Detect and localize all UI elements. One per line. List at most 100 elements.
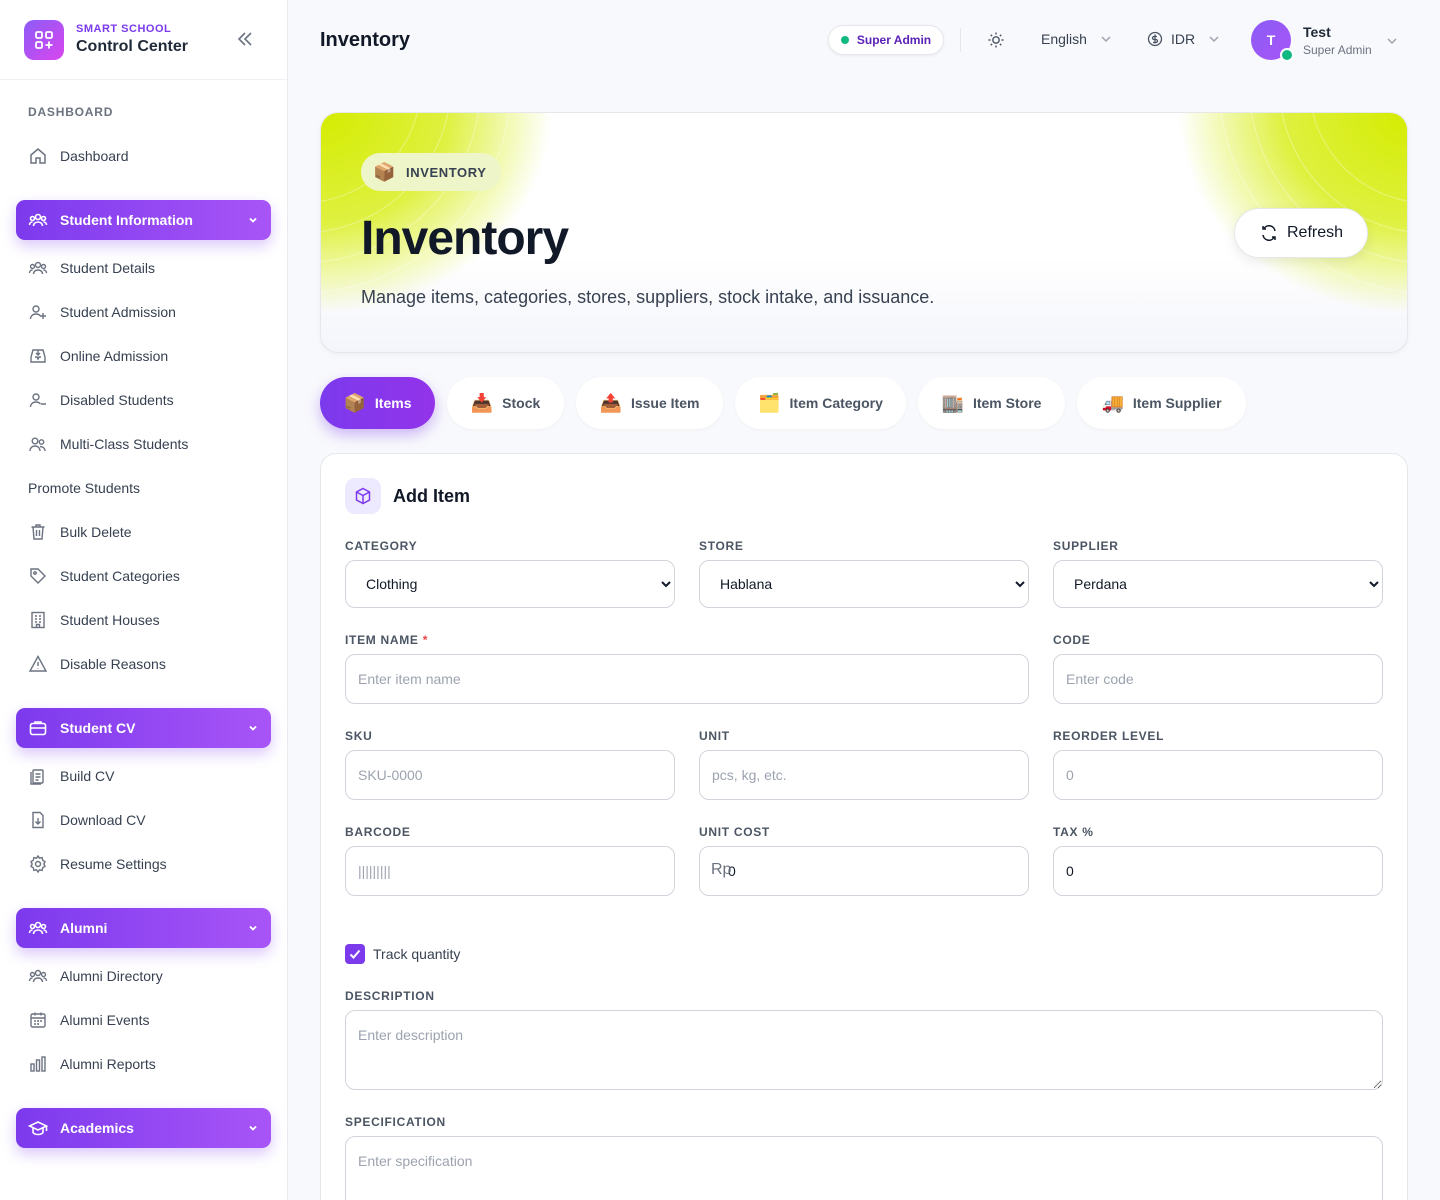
category-label: CATEGORY: [345, 539, 418, 553]
refresh-icon: [1262, 225, 1276, 241]
currency-selector[interactable]: IDR: [1147, 31, 1221, 47]
sidebar-item-label: Download CV: [60, 812, 146, 828]
user-name[interactable]: Test: [1303, 24, 1331, 40]
document-download-icon: [28, 810, 48, 830]
refresh-button[interactable]: Refresh: [1234, 208, 1368, 258]
delivery-truck-icon: 🚚: [1101, 392, 1124, 413]
sidebar-item-promote-students[interactable]: Promote Students: [28, 476, 140, 500]
sidebar-item-alumni-reports[interactable]: Alumni Reports: [28, 1052, 156, 1076]
hero-tag: 📦 INVENTORY: [361, 153, 501, 191]
store-select[interactable]: Hablana: [699, 560, 1029, 608]
sidebar-item-dashboard[interactable]: Dashboard: [28, 144, 129, 168]
sidebar-item-student-admission[interactable]: Student Admission: [28, 300, 176, 324]
collapse-sidebar-icon[interactable]: [236, 30, 258, 50]
track-quantity-checkbox[interactable]: [345, 944, 365, 964]
barcode-input[interactable]: [345, 846, 675, 896]
sidebar-item-label: Online Admission: [60, 348, 169, 364]
sidebar-item-multi-class-students[interactable]: Multi-Class Students: [28, 432, 188, 456]
sidebar-group-label: Student CV: [60, 720, 136, 736]
tab-item-store[interactable]: 🏬 Item Store: [918, 377, 1065, 429]
divider: [960, 28, 961, 52]
user-role: Super Admin: [1303, 43, 1372, 57]
sidebar-item-label: Alumni Reports: [60, 1056, 156, 1072]
item-name-input[interactable]: [345, 654, 1029, 704]
chevron-down-icon[interactable]: [1385, 34, 1399, 53]
section-label-dashboard: DASHBOARD: [28, 105, 114, 119]
required-marker: *: [422, 633, 429, 647]
sidebar-item-label: Resume Settings: [60, 856, 167, 872]
tab-item-supplier[interactable]: 🚚 Item Supplier: [1077, 377, 1246, 429]
sidebar-group-student-cv[interactable]: Student CV: [16, 708, 271, 748]
tax-input[interactable]: [1053, 846, 1383, 896]
tab-item-category[interactable]: 🗂️ Item Category: [735, 377, 906, 429]
avatar[interactable]: T: [1251, 20, 1294, 62]
page-title: Inventory: [320, 29, 411, 51]
specification-textarea[interactable]: [345, 1136, 1383, 1200]
sidebar-item-build-cv[interactable]: Build CV: [28, 764, 114, 788]
card-title: Add Item: [393, 486, 471, 506]
chevron-down-icon: [1101, 36, 1111, 43]
sku-input[interactable]: [345, 750, 675, 800]
top-header: Inventory Super Admin English IDR T Test…: [288, 0, 1440, 80]
tab-label: Item Category: [789, 395, 883, 411]
item-name-label-text: ITEM NAME: [345, 633, 419, 647]
tab-items[interactable]: 📦 Items: [320, 377, 435, 429]
track-quantity-label[interactable]: Track quantity: [373, 946, 460, 962]
card-index-dividers-icon: 🗂️: [758, 392, 781, 413]
sidebar-item-disabled-students[interactable]: Disabled Students: [28, 388, 174, 412]
description-textarea[interactable]: [345, 1010, 1383, 1090]
sidebar-group-label: Alumni: [60, 920, 108, 936]
code-input[interactable]: [1053, 654, 1383, 704]
unit-cost-label: UNIT COST: [699, 825, 770, 839]
supplier-select[interactable]: Perdana: [1053, 560, 1383, 608]
sidebar-item-disable-reasons[interactable]: Disable Reasons: [28, 652, 166, 676]
store-label: STORE: [699, 539, 744, 553]
sidebar-item-student-categories[interactable]: Student Categories: [28, 564, 180, 588]
item-name-label: ITEM NAME *: [345, 633, 428, 647]
building-icon: [28, 610, 48, 630]
tab-stock[interactable]: 📥 Stock: [447, 377, 564, 429]
tag-icon: [28, 566, 48, 586]
sidebar-item-student-details[interactable]: Student Details: [28, 256, 155, 280]
hero-subtitle: Manage items, categories, stores, suppli…: [361, 287, 935, 307]
tab-issue-item[interactable]: 📤 Issue Item: [576, 377, 723, 429]
bar-chart-icon: [28, 1054, 48, 1074]
user-plus-icon: [28, 302, 48, 322]
category-select[interactable]: Clothing: [345, 560, 675, 608]
sidebar-item-alumni-directory[interactable]: Alumni Directory: [28, 964, 163, 988]
tab-label: Items: [374, 395, 412, 411]
sidebar-group-alumni[interactable]: Alumni: [16, 908, 271, 948]
sidebar-item-online-admission[interactable]: Online Admission: [28, 344, 168, 368]
hero-tag-label: INVENTORY: [406, 164, 487, 180]
unit-label: UNIT: [699, 729, 730, 743]
reorder-level-input[interactable]: [1053, 750, 1383, 800]
avatar-initial: T: [1266, 32, 1276, 48]
user-group-icon: [28, 434, 48, 454]
barcode-label: BARCODE: [345, 825, 411, 839]
tax-label: TAX %: [1053, 825, 1094, 839]
sidebar-item-label: Student Categories: [60, 568, 180, 584]
sun-icon[interactable]: [986, 30, 1006, 50]
sidebar-item-alumni-events[interactable]: Alumni Events: [28, 1008, 149, 1032]
inbox-tray-icon: 📥: [470, 392, 494, 413]
currency-icon: [1147, 31, 1163, 47]
unit-input[interactable]: [699, 750, 1029, 800]
sidebar-item-bulk-delete[interactable]: Bulk Delete: [28, 520, 132, 544]
sidebar-item-resume-settings[interactable]: Resume Settings: [28, 852, 167, 876]
package-icon: 📦: [343, 392, 366, 413]
brand-subtitle: SMART SCHOOL: [76, 23, 172, 35]
role-badge-label: Super Admin: [856, 33, 932, 47]
sidebar-group-student-information[interactable]: Student Information: [16, 200, 271, 240]
tab-label: Issue Item: [630, 395, 700, 411]
sidebar-group-academics[interactable]: Academics: [16, 1108, 271, 1148]
inbox-download-icon: [28, 346, 48, 366]
language-selector[interactable]: English: [1041, 31, 1113, 47]
user-minus-icon: [28, 390, 48, 410]
unit-cost-input[interactable]: [699, 846, 1029, 896]
status-dot: [840, 36, 849, 44]
sidebar-item-student-houses[interactable]: Student Houses: [28, 608, 160, 632]
sidebar-item-label: Promote Students: [28, 480, 141, 496]
app-grid-icon: [24, 19, 64, 60]
sidebar-item-download-cv[interactable]: Download CV: [28, 808, 146, 832]
language-label: English: [1041, 31, 1087, 47]
